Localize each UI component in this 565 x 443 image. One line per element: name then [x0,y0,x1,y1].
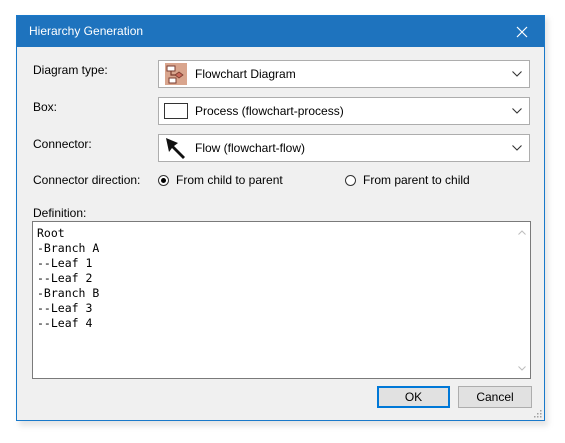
chevron-down-icon [507,97,527,125]
radio-parent-to-child[interactable]: From parent to child [345,173,470,187]
connector-value: Flow (flowchart-flow) [195,141,306,155]
definition-textarea[interactable]: Root -Branch A --Leaf 1 --Leaf 2 -Branch B --… [32,221,531,379]
definition-line: Root [37,226,65,240]
box-label: Box: [33,100,58,114]
connector-label: Connector: [33,137,92,151]
connector-direction-label: Connector direction: [33,173,141,187]
box-value: Process (flowchart-process) [195,104,344,118]
scroll-down-icon[interactable] [514,360,530,376]
cancel-button[interactable]: Cancel [458,386,532,408]
radio-child-to-parent[interactable]: From child to parent [158,173,283,187]
definition-line: --Leaf 2 [37,271,93,285]
chevron-down-icon [507,134,527,162]
definition-line: -Branch B [37,286,100,300]
hierarchy-generation-dialog: Hierarchy Generation Diagram type: Flowc… [16,15,545,421]
definition-text[interactable]: Root -Branch A --Leaf 1 --Leaf 2 -Branch B --… [37,226,99,331]
connector-select[interactable]: Flow (flowchart-flow) [158,134,530,162]
radio-parent-to-child-label: From parent to child [363,173,470,187]
title-bar[interactable]: Hierarchy Generation [17,16,544,47]
definition-label: Definition: [33,206,87,220]
process-box-icon [163,101,189,121]
definition-line: --Leaf 3 [37,301,93,315]
scroll-up-icon[interactable] [514,224,530,240]
definition-line: --Leaf 1 [37,256,93,270]
definition-line: -Branch A [37,241,100,255]
vertical-scrollbar[interactable] [514,222,530,378]
close-icon [516,26,528,37]
flowchart-diagram-icon [163,63,189,85]
radio-button[interactable] [345,174,356,186]
diagram-type-value: Flowchart Diagram [195,67,296,81]
radio-button-selected[interactable] [158,174,169,186]
box-select[interactable]: Process (flowchart-process) [158,97,530,125]
arrow-connector-icon [163,138,189,159]
window-title: Hierarchy Generation [29,24,144,38]
radio-child-to-parent-label: From child to parent [176,173,283,187]
resize-grip-icon[interactable] [532,408,542,418]
radio-dot [161,177,166,183]
diagram-type-select[interactable]: Flowchart Diagram [158,60,530,88]
ok-button[interactable]: OK [377,386,450,408]
diagram-type-label: Diagram type: [33,63,108,77]
chevron-down-icon [507,60,527,88]
definition-line: --Leaf 4 [37,316,93,330]
close-button[interactable] [500,16,544,47]
